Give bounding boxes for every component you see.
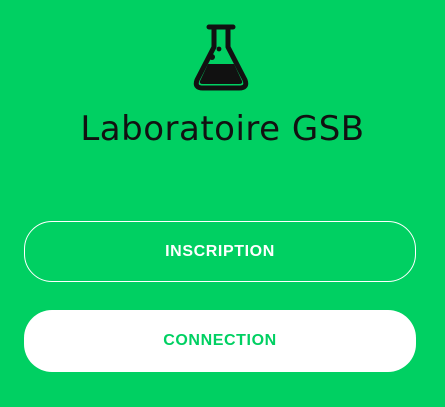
- flask-icon: [193, 24, 249, 91]
- login-button[interactable]: CONNECTION: [24, 310, 416, 372]
- app-title: Laboratoire GSB: [80, 109, 365, 149]
- signup-button[interactable]: INSCRIPTION: [24, 221, 416, 282]
